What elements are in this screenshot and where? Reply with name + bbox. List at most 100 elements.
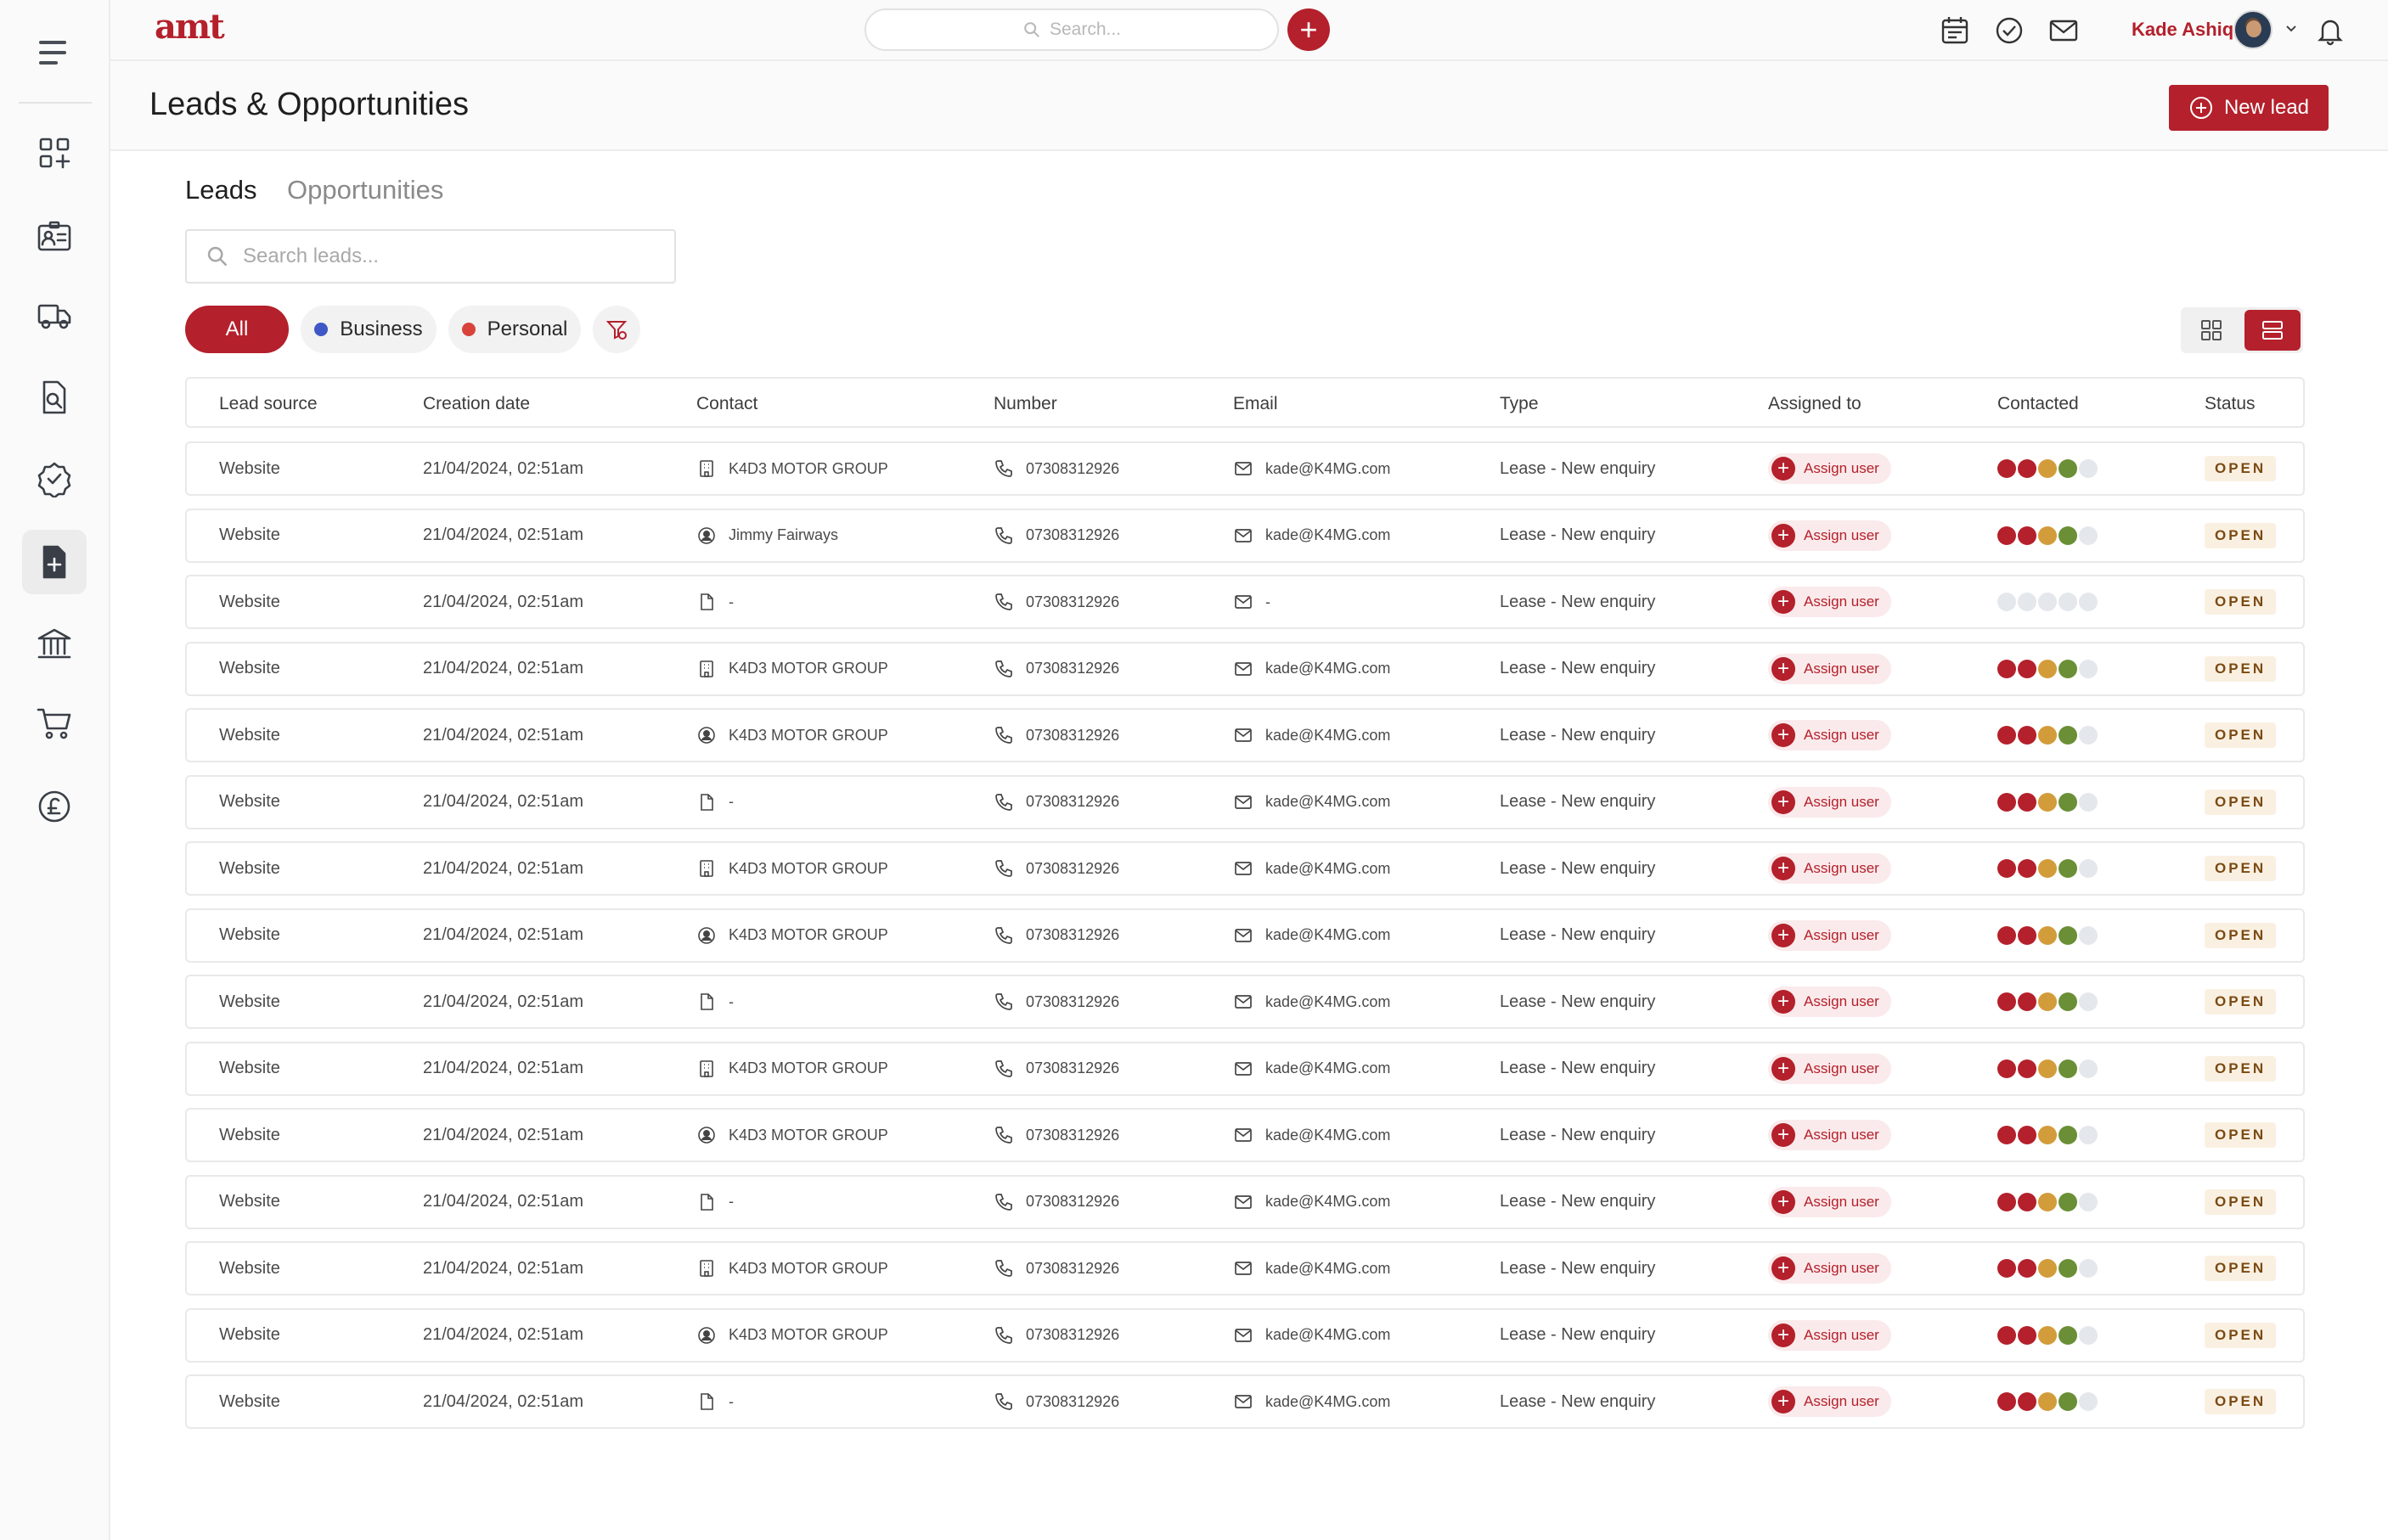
email-cell[interactable]: kade@K4MG.com [1233,1243,1390,1294]
avatar[interactable] [2233,10,2273,49]
number-cell[interactable]: 07308312926 [994,710,1119,761]
email-cell[interactable]: kade@K4MG.com [1233,443,1390,494]
col-creation-date[interactable]: Creation date [423,394,530,414]
number-cell[interactable]: 07308312926 [994,1310,1119,1361]
filter-personal[interactable]: Personal [448,306,581,353]
table-row[interactable]: Website 21/04/2024, 02:51am K4D3 MOTOR GRO… [185,1307,2305,1363]
assign-user-button[interactable]: + Assign user [1768,720,1891,750]
contact-cell[interactable]: K4D3 MOTOR GROUP [696,1110,888,1161]
sidebar-item-cart[interactable] [22,691,87,756]
assign-user-button[interactable]: + Assign user [1768,520,1891,551]
mail-icon[interactable] [2047,14,2081,48]
sidebar-item-truck[interactable] [22,284,87,348]
number-cell[interactable]: 07308312926 [994,443,1119,494]
sidebar-item-contact-card[interactable] [22,204,87,268]
table-row[interactable]: Website 21/04/2024, 02:51am K4D3 MOTOR GRO… [185,841,2305,896]
sidebar-item-document-search[interactable] [22,365,87,430]
assign-user-button[interactable]: + Assign user [1768,653,1891,684]
assign-user-button[interactable]: + Assign user [1768,453,1891,484]
number-cell[interactable]: 07308312926 [994,1177,1119,1228]
assign-user-button[interactable]: + Assign user [1768,1120,1891,1150]
email-cell[interactable]: kade@K4MG.com [1233,1177,1390,1228]
filter-all[interactable]: All [185,306,289,353]
contact-cell[interactable]: K4D3 MOTOR GROUP [696,1310,888,1361]
contact-cell[interactable]: - [696,1177,734,1228]
calendar-icon[interactable] [1938,14,1972,48]
col-email[interactable]: Email [1233,394,1278,414]
assign-user-button[interactable]: + Assign user [1768,1386,1891,1417]
filter-business[interactable]: Business [301,306,436,353]
email-cell[interactable]: kade@K4MG.com [1233,1376,1390,1427]
table-row[interactable]: Website 21/04/2024, 02:51am K4D3 MOTOR GRO… [185,1108,2305,1162]
filter-settings-button[interactable] [593,306,640,353]
check-circle-icon[interactable] [1992,14,2026,48]
email-cell[interactable]: kade@K4MG.com [1233,710,1390,761]
assign-user-button[interactable]: + Assign user [1768,853,1891,884]
contact-cell[interactable]: K4D3 MOTOR GROUP [696,644,888,694]
number-cell[interactable]: 07308312926 [994,644,1119,694]
contact-cell[interactable]: - [696,1376,734,1427]
table-row[interactable]: Website 21/04/2024, 02:51am - 07308312926 ka… [185,1174,2305,1229]
contact-cell[interactable]: K4D3 MOTOR GROUP [696,843,888,894]
chevron-down-icon[interactable] [2283,20,2300,37]
number-cell[interactable]: 07308312926 [994,1243,1119,1294]
col-assigned-to[interactable]: Assigned to [1768,394,1861,414]
number-cell[interactable]: 07308312926 [994,910,1119,961]
email-cell[interactable]: - [1233,576,1270,627]
col-contacted[interactable]: Contacted [1997,394,2079,414]
contact-cell[interactable]: Jimmy Fairways [696,510,838,561]
col-type[interactable]: Type [1500,394,1539,414]
sidebar-item-bank[interactable] [22,611,87,676]
email-cell[interactable]: kade@K4MG.com [1233,1043,1390,1094]
table-row[interactable]: Website 21/04/2024, 02:51am - 07308312926 ka… [185,975,2305,1029]
quick-add-button[interactable]: + [1287,8,1330,51]
assign-user-button[interactable]: + Assign user [1768,1186,1891,1217]
email-cell[interactable]: kade@K4MG.com [1233,1310,1390,1361]
sidebar-item-document-plus[interactable] [22,530,87,594]
contact-cell[interactable]: K4D3 MOTOR GROUP [696,710,888,761]
contact-cell[interactable]: - [696,976,734,1027]
grid-view-button[interactable] [2183,310,2239,351]
table-row[interactable]: Website 21/04/2024, 02:51am K4D3 MOTOR GRO… [185,908,2305,963]
sidebar-item-apps-add[interactable] [22,121,87,185]
number-cell[interactable]: 07308312926 [994,1376,1119,1427]
global-search-input[interactable]: Search... [865,8,1279,51]
number-cell[interactable]: 07308312926 [994,777,1119,828]
email-cell[interactable]: kade@K4MG.com [1233,976,1390,1027]
contact-cell[interactable]: K4D3 MOTOR GROUP [696,1043,888,1094]
assign-user-button[interactable]: + Assign user [1768,587,1891,617]
sidebar-item-badge-check[interactable] [22,447,87,511]
email-cell[interactable]: kade@K4MG.com [1233,1110,1390,1161]
col-contact[interactable]: Contact [696,394,758,414]
table-row[interactable]: Website 21/04/2024, 02:51am - 07308312926 ka… [185,774,2305,829]
assign-user-button[interactable]: + Assign user [1768,786,1891,818]
number-cell[interactable]: 07308312926 [994,1110,1119,1161]
table-row[interactable]: Website 21/04/2024, 02:51am K4D3 MOTOR GRO… [185,708,2305,762]
email-cell[interactable]: kade@K4MG.com [1233,843,1390,894]
number-cell[interactable]: 07308312926 [994,510,1119,561]
menu-icon[interactable] [36,37,73,68]
table-row[interactable]: Website 21/04/2024, 02:51am K4D3 MOTOR GRO… [185,1041,2305,1096]
bell-icon[interactable] [2313,14,2347,48]
col-status[interactable]: Status [2205,394,2256,414]
assign-user-button[interactable]: + Assign user [1768,1253,1891,1284]
table-row[interactable]: Website 21/04/2024, 02:51am Jimmy Fairways… [185,508,2305,563]
assign-user-button[interactable]: + Assign user [1768,1053,1891,1084]
contact-cell[interactable]: - [696,576,734,627]
assign-user-button[interactable]: + Assign user [1768,1319,1891,1351]
assign-user-button[interactable]: + Assign user [1768,986,1891,1017]
email-cell[interactable]: kade@K4MG.com [1233,510,1390,561]
tab-opportunities[interactable]: Opportunities [287,175,443,205]
number-cell[interactable]: 07308312926 [994,1043,1119,1094]
contact-cell[interactable]: K4D3 MOTOR GROUP [696,1243,888,1294]
contact-cell[interactable]: K4D3 MOTOR GROUP [696,910,888,961]
user-name[interactable]: Kade Ashiq [2132,19,2233,41]
assign-user-button[interactable]: + Assign user [1768,919,1891,951]
new-lead-button[interactable]: New lead [2169,85,2329,131]
table-row[interactable]: Website 21/04/2024, 02:51am K4D3 MOTOR GRO… [185,641,2305,696]
number-cell[interactable]: 07308312926 [994,576,1119,627]
table-row[interactable]: Website 21/04/2024, 02:51am K4D3 MOTOR GRO… [185,441,2305,496]
sidebar-item-pound[interactable] [22,774,87,839]
col-lead-source[interactable]: Lead source [219,394,318,414]
contact-cell[interactable]: - [696,777,734,828]
